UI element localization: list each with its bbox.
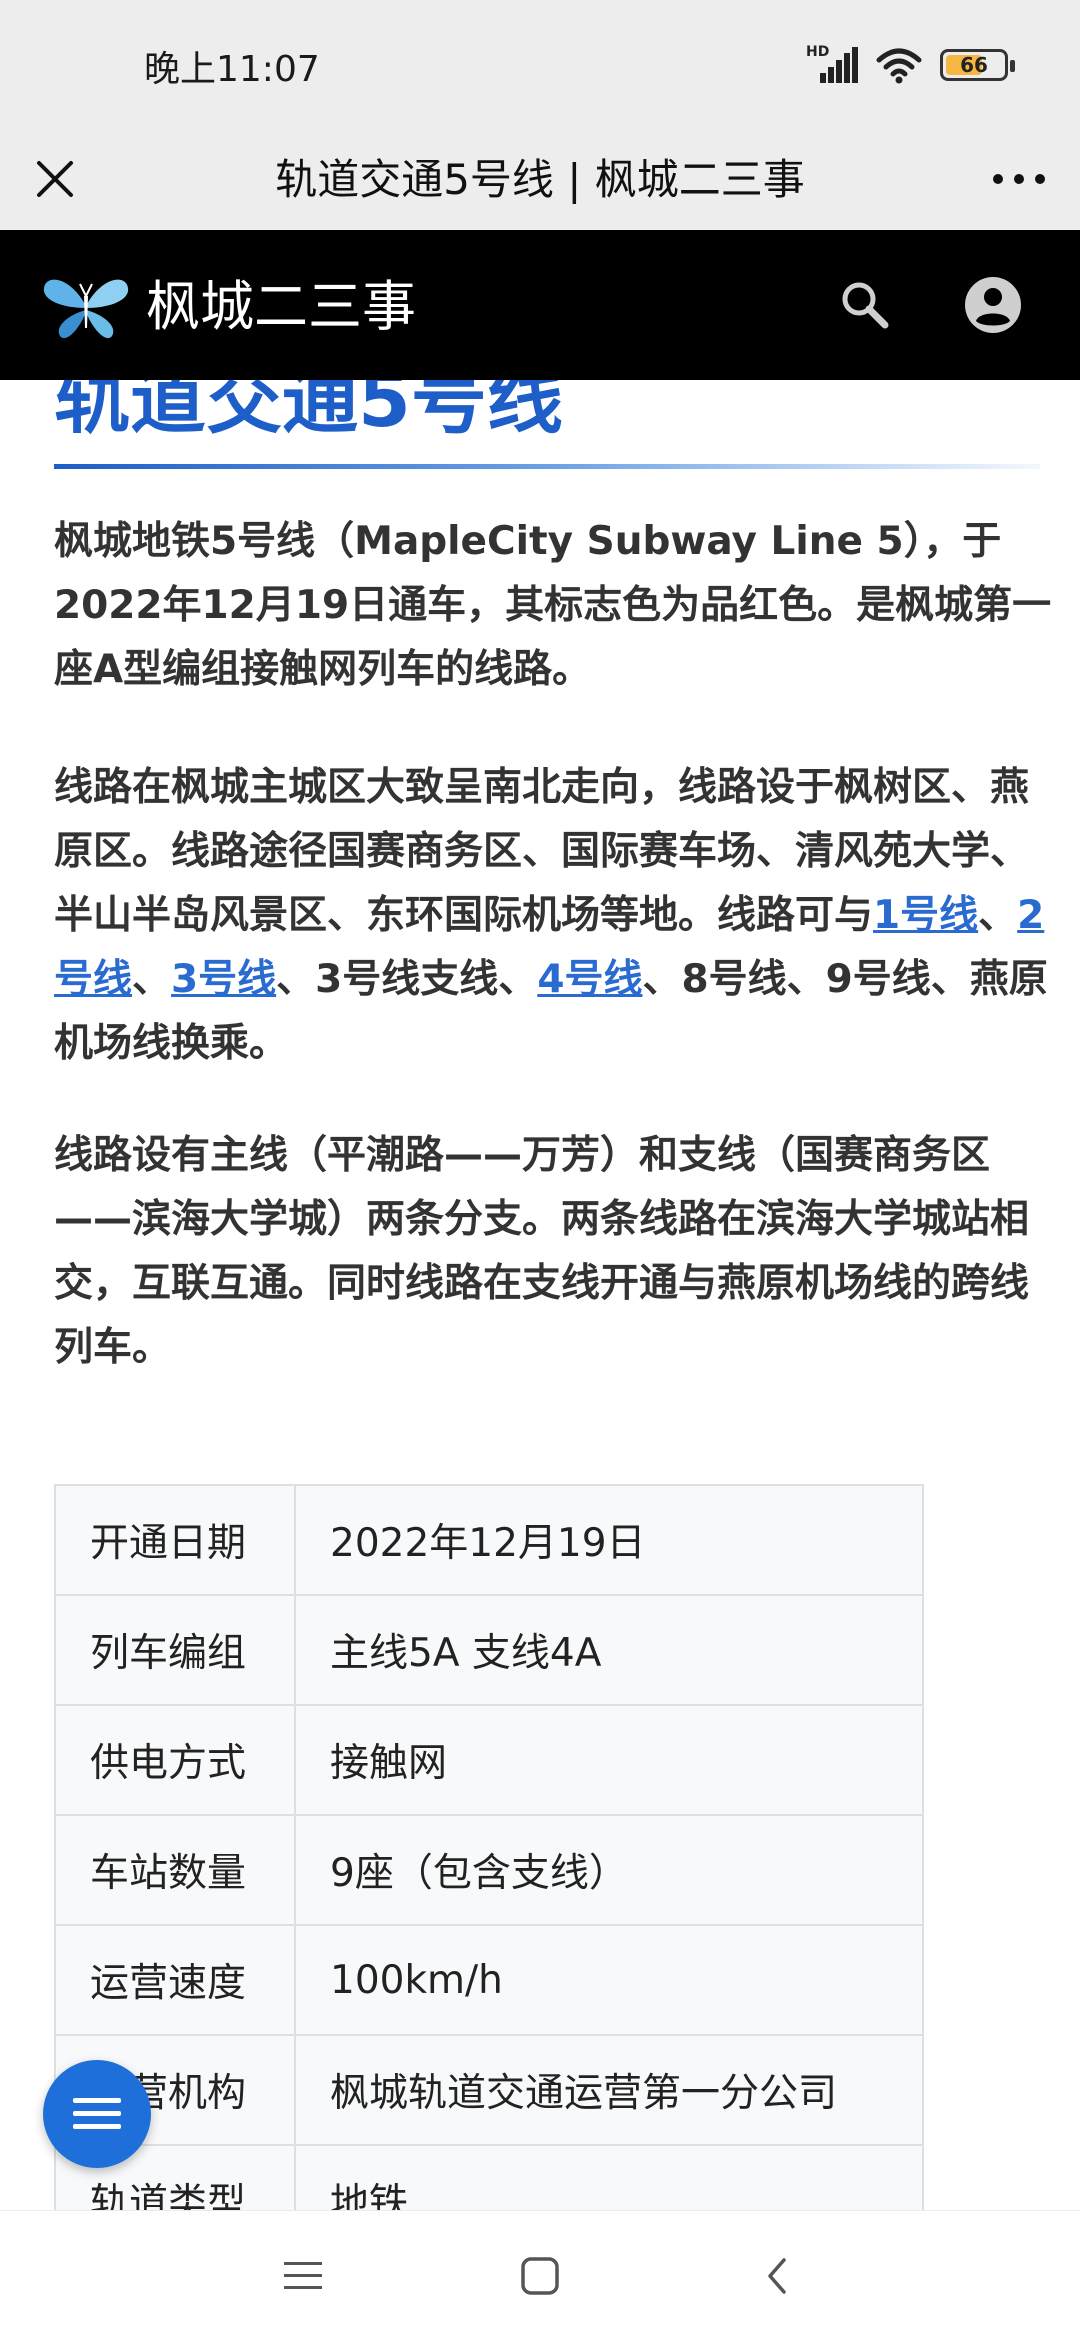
branch-paragraph: 线路设有主线（平潮路——万芳）和支线（国赛商务区——滨海大学城）两条分支。两条线… — [54, 1133, 1030, 1370]
row-value: 100km/h — [294, 1924, 924, 2036]
status-bar: 晚上11:07 HD 66 — [0, 0, 1080, 128]
row-value: 接触网 — [294, 1704, 924, 1816]
row-label: 列车编组 — [54, 1594, 296, 1706]
butterfly-logo-icon[interactable] — [40, 266, 132, 346]
search-button[interactable] — [830, 270, 900, 340]
title-bar: 轨道交通5号线 | 枫城二三事 — [0, 128, 1080, 230]
home-square-icon — [521, 2257, 559, 2295]
row-value: 主线5A 支线4A — [294, 1594, 924, 1706]
table-row: 供电方式 接触网 — [54, 1704, 924, 1816]
toc-menu-button[interactable] — [43, 2060, 151, 2168]
article-content: 轨道交通5号线 枫城地铁5号线（MapleCity Subway Line 5）… — [0, 380, 1080, 2210]
table-row: 运营机构 枫城轨道交通运营第一分公司 — [54, 2034, 924, 2146]
article-heading: 轨道交通5号线 — [54, 380, 563, 444]
separator-2: 、 — [132, 957, 172, 1002]
row-value: 2022年12月19日 — [294, 1484, 924, 1596]
table-row: 开通日期 2022年12月19日 — [54, 1484, 924, 1596]
line-1-link[interactable]: 1号线 — [873, 893, 978, 938]
line-4-link[interactable]: 4号线 — [537, 957, 642, 1002]
search-icon — [842, 282, 889, 329]
account-button[interactable] — [958, 270, 1028, 340]
table-row: 列车编组 主线5A 支线4A — [54, 1594, 924, 1706]
page-title: 轨道交通5号线 | 枫城二三事 — [275, 155, 805, 204]
battery-icon: 66 — [940, 49, 1015, 81]
table-row: 车站数量 9座（包含支线） — [54, 1814, 924, 1926]
battery-level: 66 — [960, 53, 988, 77]
intro-paragraph: 枫城地铁5号线（MapleCity Subway Line 5），于2022年1… — [54, 519, 1052, 692]
site-header: 枫城二三事 — [0, 230, 1080, 380]
site-name[interactable]: 枫城二三事 — [146, 272, 416, 342]
infobox-table: 开通日期 2022年12月19日 列车编组 主线5A 支线4A 供电方式 接触网… — [54, 1484, 924, 2210]
hamburger-menu-icon — [73, 2098, 121, 2129]
row-label: 车站数量 — [54, 1814, 296, 1926]
route-paragraph: 线路在枫城主城区大致呈南北走向，线路设于枫树区、燕原区。线路途径国赛商务区、国际… — [54, 756, 1054, 1076]
row-value: 枫城轨道交通运营第一分公司 — [294, 2034, 924, 2146]
home-button[interactable] — [505, 2241, 575, 2311]
row-label: 运营速度 — [54, 1924, 296, 2036]
table-row: 运营速度 100km/h — [54, 1924, 924, 2036]
recent-apps-button[interactable] — [268, 2241, 338, 2311]
status-time: 晚上11:07 — [144, 49, 320, 90]
row-value: 地铁 — [294, 2144, 924, 2210]
row-label: 供电方式 — [54, 1704, 296, 1816]
signal-icon: HD — [806, 45, 858, 85]
back-button[interactable] — [742, 2241, 812, 2311]
row-value: 9座（包含支线） — [294, 1814, 924, 1926]
system-navigation-bar — [0, 2210, 1080, 2340]
more-dots-icon — [993, 174, 1045, 184]
user-avatar-icon — [965, 277, 1021, 333]
heading-divider — [54, 464, 1040, 469]
menu-lines-icon — [284, 2262, 322, 2289]
line-3-link[interactable]: 3号线 — [171, 957, 276, 1002]
route-text-middle: 、3号线支线、 — [276, 957, 538, 1002]
separator-1: 、 — [978, 893, 1018, 938]
table-row: 轨道类型 地铁 — [54, 2144, 924, 2210]
more-options-button[interactable] — [984, 150, 1054, 208]
close-icon — [37, 161, 73, 197]
status-icons: HD 66 — [806, 40, 1015, 90]
close-button[interactable] — [26, 150, 84, 208]
back-chevron-icon — [768, 2258, 786, 2294]
row-label: 开通日期 — [54, 1484, 296, 1596]
wifi-icon — [876, 46, 922, 84]
